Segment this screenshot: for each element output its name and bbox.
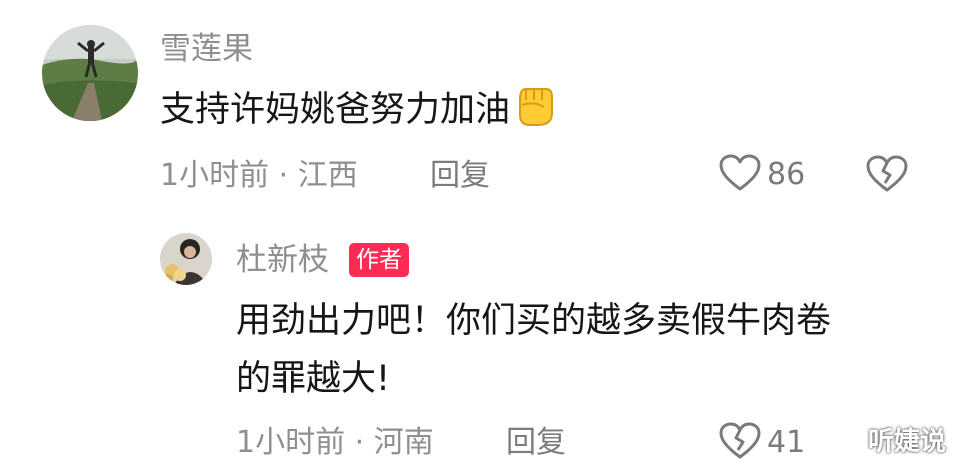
broken-heart-icon bbox=[866, 155, 908, 197]
reply-like-button[interactable]: 41 bbox=[719, 422, 806, 464]
comment-username[interactable]: 雪莲果 bbox=[160, 29, 253, 69]
reply-text-line-1: 用劲出力吧！你们买的越多卖假牛肉卷 bbox=[236, 301, 832, 341]
reply-text-line-2: 的罪越大! bbox=[236, 359, 391, 399]
avatar[interactable] bbox=[42, 25, 138, 121]
reply-reply-button[interactable]: 回复 bbox=[506, 423, 566, 463]
heart-icon bbox=[719, 154, 761, 196]
comment-meta: 1小时前 · 江西 bbox=[160, 158, 358, 193]
reply-like-count: 41 bbox=[767, 425, 806, 460]
watermark: 听婕说 bbox=[867, 427, 946, 457]
comment-text: 支持许妈姚爸努力加油 bbox=[160, 83, 556, 144]
like-button[interactable]: 86 bbox=[719, 154, 806, 196]
reply-meta: 1小时前 · 河南 bbox=[236, 425, 434, 460]
raised-fist-emoji-icon bbox=[514, 83, 556, 144]
comment-text-body: 支持许妈姚爸努力加油 bbox=[160, 90, 511, 130]
broken-heart-icon bbox=[719, 422, 761, 464]
reply-username[interactable]: 杜新枝 bbox=[236, 240, 329, 280]
reply-button[interactable]: 回复 bbox=[430, 156, 490, 196]
dislike-button[interactable] bbox=[866, 155, 908, 197]
like-count: 86 bbox=[767, 157, 806, 192]
author-badge: 作者 bbox=[349, 243, 409, 277]
reply-avatar[interactable] bbox=[160, 233, 212, 285]
